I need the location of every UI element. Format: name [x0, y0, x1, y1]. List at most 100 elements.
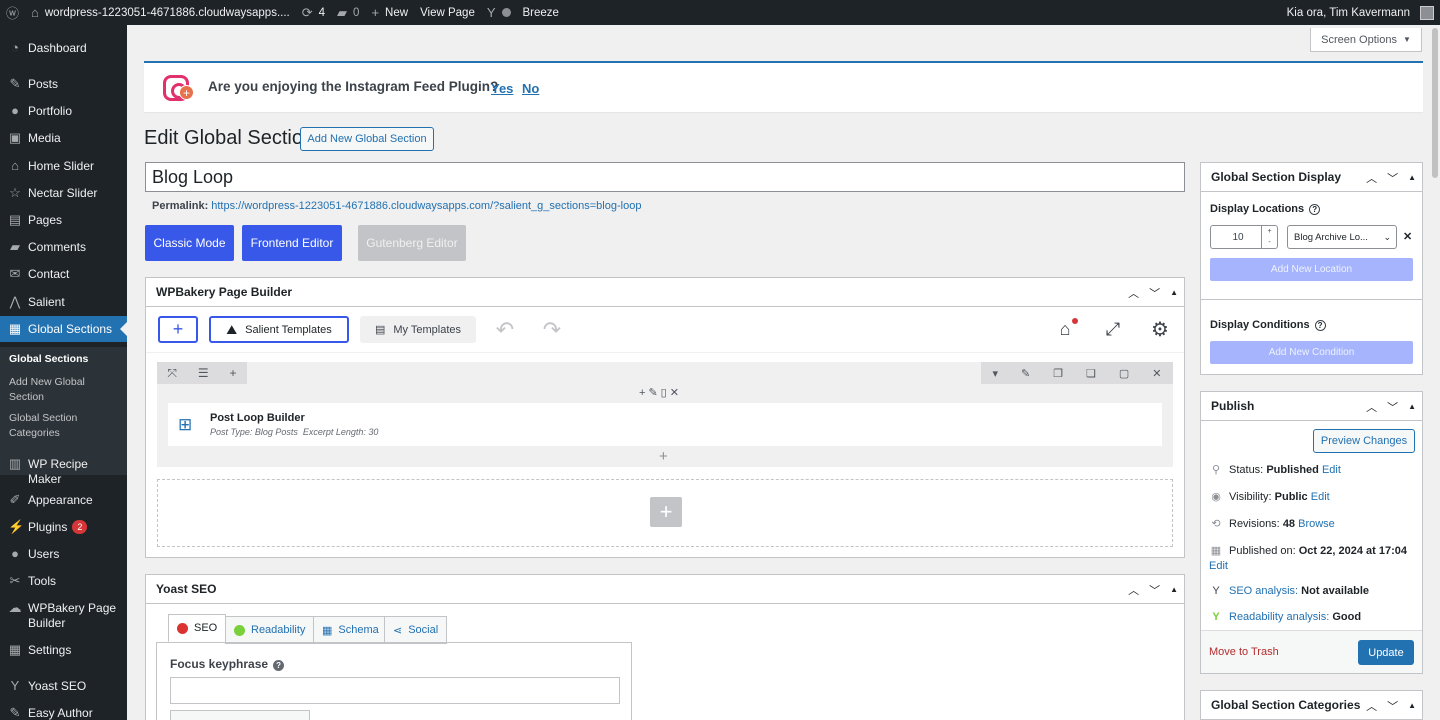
notice-yes-link[interactable]: Yes — [491, 81, 513, 96]
menu-item-nectar-slider[interactable]: ☆ Nectar Slider — [0, 186, 127, 201]
tab-schema[interactable]: ▦ Schema — [313, 616, 388, 644]
toggle-triangle-icon[interactable]: ▲ — [1408, 173, 1416, 182]
chevron-down-icon[interactable]: ﹀ — [1149, 582, 1160, 598]
post-loop-builder-element[interactable]: ⊞ Post Loop Builder Post Type: Blog Post… — [168, 403, 1162, 446]
chevron-up-icon[interactable]: ︿ — [1366, 399, 1377, 415]
chevron-up-icon[interactable]: ︿ — [1366, 170, 1377, 186]
update-button[interactable]: Update — [1358, 640, 1414, 665]
row-layout-icon[interactable]: ☰ — [198, 366, 209, 380]
row-copy-icon[interactable]: ❏ — [1086, 367, 1096, 380]
edit-published-date-link[interactable]: Edit — [1209, 560, 1228, 572]
comments-menu[interactable]: ▰ 0 — [331, 0, 365, 25]
notice-no-link[interactable]: No — [522, 81, 539, 96]
tab-social[interactable]: ⋖ Social — [384, 616, 448, 644]
toggle-triangle-icon[interactable]: ▲ — [1170, 288, 1178, 297]
chevron-up-icon[interactable]: ︿ — [1128, 285, 1139, 301]
breeze-menu[interactable]: Breeze — [517, 0, 565, 25]
help-icon[interactable]: ? — [1309, 204, 1321, 215]
add-new-location-button[interactable]: Add New Location — [1210, 258, 1413, 281]
post-title-input[interactable] — [145, 162, 1185, 192]
help-icon[interactable]: ? — [1314, 320, 1326, 331]
remove-location-icon[interactable]: ✕ — [1403, 230, 1412, 243]
add-new-global-section-button[interactable]: Add New Global Section — [300, 127, 434, 151]
row-collapse-icon[interactable]: ▾ — [992, 367, 998, 380]
updates-menu[interactable]: ⟳ 4 — [296, 0, 331, 25]
column-delete-icon[interactable]: ▯ — [661, 387, 670, 399]
row-move-icon[interactable]: ⤧ — [167, 366, 177, 381]
chevron-up-icon[interactable]: ︿ — [1128, 582, 1139, 598]
column-close-icon[interactable]: ✕ — [670, 387, 682, 399]
site-name-menu[interactable]: ⌂ wordpress-1223051-4671886.cloudwaysapps… — [25, 0, 296, 25]
menu-item-settings[interactable]: ▦ Settings — [0, 643, 127, 658]
related-keyphrase-button[interactable] — [170, 710, 310, 720]
readability-analysis-link[interactable]: Readability analysis: — [1229, 611, 1329, 623]
chevron-down-icon[interactable]: ﹀ — [1387, 698, 1398, 714]
undo-icon[interactable]: ↶ — [491, 316, 519, 343]
menu-item-easy-author[interactable]: ✎ Easy Author — [0, 706, 127, 720]
new-content-menu[interactable]: + New — [365, 0, 414, 25]
display-header[interactable]: Global Section Display ︿ ﹀ ▲ — [1201, 163, 1422, 192]
toggle-triangle-icon[interactable]: ▲ — [1408, 701, 1416, 710]
salient-templates-button[interactable]: ⛰ Salient Templates — [209, 316, 349, 343]
menu-item-portfolio[interactable]: ● Portfolio — [0, 104, 127, 119]
menu-item-plugins[interactable]: ⚡ Plugins 2 — [0, 520, 127, 535]
toggle-triangle-icon[interactable]: ▲ — [1408, 402, 1416, 411]
menu-item-dashboard[interactable]: ◔ Dashboard — [0, 41, 127, 56]
chevron-up-icon[interactable]: ︿ — [1366, 698, 1377, 714]
browse-revisions-link[interactable]: Browse — [1298, 518, 1335, 530]
add-element-button[interactable]: + — [158, 316, 198, 343]
seo-check-icon[interactable]: ⌂ — [1054, 316, 1078, 343]
menu-item-wpbakery[interactable]: ☁ WPBakery Page Builder — [0, 601, 127, 631]
menu-item-pages[interactable]: ▤ Pages — [0, 213, 127, 228]
menu-item-salient[interactable]: ⋀ Salient — [0, 295, 127, 310]
yoast-menu[interactable]: Y — [481, 0, 517, 25]
help-icon[interactable]: ? — [273, 660, 285, 671]
row-add-column-icon[interactable]: + — [230, 366, 237, 380]
my-templates-button[interactable]: ▤ My Templates — [360, 316, 476, 343]
chevron-down-icon[interactable]: ﹀ — [1149, 285, 1160, 301]
my-account-menu[interactable]: Kia ora, Tim Kavermann — [1281, 0, 1440, 25]
scrollbar-thumb[interactable] — [1432, 28, 1438, 178]
permalink-url[interactable]: https://wordpress-1223051-4671886.cloudw… — [211, 200, 641, 212]
gutenberg-editor-button[interactable]: Gutenberg Editor — [358, 225, 466, 261]
publish-header[interactable]: Publish ︿ ﹀ ▲ — [1201, 392, 1422, 421]
yoast-header[interactable]: Yoast SEO ︿ ﹀ ▲ — [146, 575, 1184, 604]
seo-analysis-link[interactable]: SEO analysis: — [1229, 585, 1298, 597]
view-page-link[interactable]: View Page — [414, 0, 481, 25]
location-select[interactable]: Blog Archive Lo... ⌄ — [1287, 225, 1397, 249]
edit-visibility-link[interactable]: Edit — [1311, 491, 1330, 503]
submenu-categories[interactable]: Global Section Categories — [9, 411, 99, 440]
menu-item-media[interactable]: ▣ Media — [0, 131, 127, 146]
menu-item-home-slider[interactable]: ⌂ Home Slider — [0, 159, 127, 174]
row-delete-icon[interactable]: ✕ — [1152, 367, 1161, 380]
submenu-global-sections[interactable]: Global Sections — [9, 352, 88, 367]
screen-options-button[interactable]: Screen Options ▼ — [1310, 28, 1422, 52]
wpbakery-header[interactable]: WPBakery Page Builder ︿ ﹀ ▲ — [146, 278, 1184, 307]
focus-keyphrase-input[interactable] — [170, 677, 620, 704]
add-row-plus-icon[interactable]: + — [650, 497, 682, 527]
edit-status-link[interactable]: Edit — [1322, 464, 1341, 476]
menu-item-users[interactable]: ● Users — [0, 547, 127, 562]
classic-mode-button[interactable]: Classic Mode — [145, 225, 234, 261]
settings-gear-icon[interactable]: ⚙ — [1148, 316, 1172, 343]
add-new-condition-button[interactable]: Add New Condition — [1210, 341, 1413, 364]
menu-item-contact[interactable]: ✉ Contact — [0, 267, 127, 282]
toggle-triangle-icon[interactable]: ▲ — [1170, 585, 1178, 594]
fullscreen-icon[interactable]: ⤢ — [1101, 316, 1125, 343]
frontend-editor-button[interactable]: Frontend Editor — [242, 225, 342, 261]
stepper-arrows-icon[interactable]: + - — [1261, 226, 1277, 248]
add-element-plus-icon[interactable]: + — [659, 448, 668, 465]
row-paste-icon[interactable]: ▢ — [1119, 367, 1129, 380]
menu-item-wp-recipe-maker[interactable]: ▥ WP Recipe Maker — [0, 457, 127, 487]
menu-item-tools[interactable]: ✂ Tools — [0, 574, 127, 589]
chevron-down-icon[interactable]: ﹀ — [1387, 170, 1398, 186]
menu-item-appearance[interactable]: ✐ Appearance — [0, 493, 127, 508]
priority-number-input[interactable]: 10 + - — [1210, 225, 1278, 249]
add-row-zone[interactable]: + — [157, 479, 1173, 547]
menu-item-global-sections[interactable]: ▦ Global Sections — [0, 316, 127, 342]
menu-item-yoast-seo[interactable]: Y Yoast SEO — [0, 679, 127, 694]
redo-icon[interactable]: ↷ — [538, 316, 566, 343]
page-scrollbar[interactable] — [1430, 25, 1440, 720]
row-edit-icon[interactable]: ✎ — [1021, 367, 1030, 380]
tab-seo[interactable]: SEO — [168, 614, 227, 642]
